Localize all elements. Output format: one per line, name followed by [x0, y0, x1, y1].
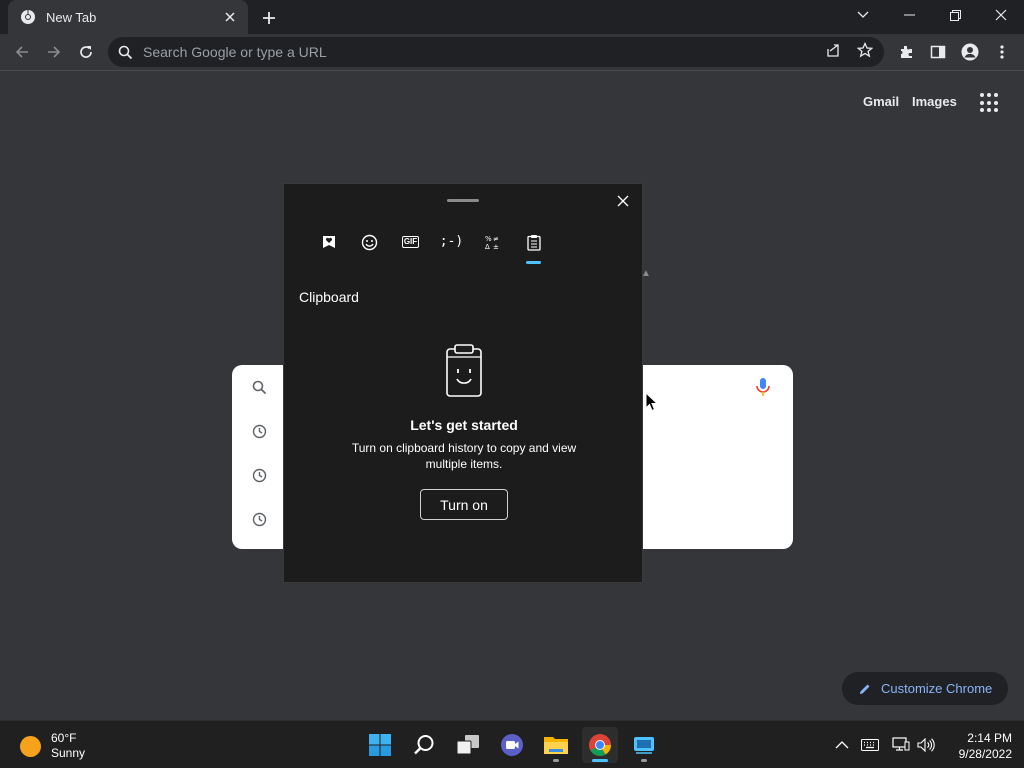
close-icon[interactable]	[614, 192, 632, 210]
app-window-icon	[634, 737, 654, 754]
running-indicator	[553, 759, 559, 762]
browser-toolbar: Search Google or type a URL	[0, 34, 1024, 71]
history-icon[interactable]	[250, 466, 268, 484]
history-icon[interactable]	[250, 422, 268, 440]
folder-icon	[544, 737, 568, 754]
svg-text:%: %	[485, 235, 492, 243]
tab-new-tab[interactable]: New Tab	[8, 0, 248, 34]
chrome-taskbar-button[interactable]	[582, 727, 618, 763]
tab-close-icon[interactable]	[222, 9, 238, 25]
reload-button[interactable]	[72, 38, 100, 66]
task-view-button[interactable]	[450, 727, 486, 763]
network-icon[interactable]	[892, 736, 910, 754]
volume-icon[interactable]	[917, 736, 935, 754]
weather-temperature: 60°F	[51, 731, 77, 745]
omnibox[interactable]: Search Google or type a URL	[108, 37, 884, 67]
tab-clipboard[interactable]	[513, 234, 554, 264]
sun-icon	[20, 735, 41, 757]
search-icon	[118, 45, 133, 59]
close-window-button[interactable]	[978, 0, 1024, 30]
tab-strip: New Tab	[0, 0, 1024, 34]
pencil-icon	[860, 684, 870, 694]
customize-chrome-button[interactable]: Customize Chrome	[842, 672, 1008, 705]
system-clock[interactable]: 2:14 PM 9/28/2022	[944, 730, 1012, 762]
search-icon	[414, 735, 434, 755]
side-panel-icon[interactable]	[924, 38, 952, 66]
chrome-icon	[589, 734, 611, 756]
share-icon[interactable]	[824, 41, 842, 59]
minimize-button[interactable]	[886, 0, 932, 30]
active-indicator	[592, 759, 608, 762]
profile-avatar[interactable]	[956, 38, 984, 66]
empty-state-description: Turn on clipboard history to copy and vi…	[351, 441, 577, 471]
panel-tab-bar: GIF ;-) % ≠ Δ ±	[308, 234, 554, 264]
keyboard-icon[interactable]	[861, 736, 879, 754]
file-explorer-button[interactable]	[538, 727, 574, 763]
tab-gif[interactable]: GIF	[390, 234, 431, 264]
clipboard-smiley-icon	[446, 344, 482, 397]
taskbar-search-button[interactable]	[406, 727, 442, 763]
empty-state-title: Let's get started	[410, 417, 518, 433]
turn-on-button[interactable]: Turn on	[420, 489, 508, 520]
weather-widget[interactable]: 60°F Sunny	[20, 731, 85, 761]
svg-text:±: ±	[493, 243, 499, 250]
chrome-icon	[21, 10, 35, 24]
taskbar: 60°F Sunny 2:14 PM 9/28/2022	[0, 720, 1024, 768]
windows-icon	[369, 734, 391, 756]
tab-favorites[interactable]	[308, 234, 349, 264]
microphone-icon[interactable]	[754, 377, 772, 397]
symbols-icon: % ≠Δ ±	[485, 235, 499, 250]
app-taskbar-button[interactable]	[626, 727, 662, 763]
extensions-icon[interactable]	[892, 38, 920, 66]
customize-chrome-label: Customize Chrome	[881, 681, 993, 696]
tab-title: New Tab	[46, 9, 97, 25]
tab-symbols[interactable]: % ≠ Δ ±	[472, 234, 513, 264]
clock-time: 2:14 PM	[967, 731, 1012, 745]
bookmark-star-icon[interactable]	[856, 41, 874, 59]
new-tab-button[interactable]	[258, 7, 280, 29]
tab-emoji[interactable]	[349, 234, 390, 264]
menu-kebab-icon[interactable]	[988, 38, 1016, 66]
tab-kaomoji[interactable]: ;-)	[431, 234, 472, 264]
drag-handle[interactable]	[447, 199, 479, 202]
svg-text:≠: ≠	[493, 235, 499, 243]
clock-date: 9/28/2022	[958, 747, 1012, 761]
clipboard-icon	[526, 235, 541, 251]
teams-chat-button[interactable]	[494, 727, 530, 763]
chevron-up-icon[interactable]	[833, 736, 851, 754]
forward-button[interactable]	[40, 38, 68, 66]
gmail-link[interactable]: Gmail	[863, 94, 899, 109]
search-icon	[250, 378, 268, 396]
gif-icon: GIF	[401, 236, 420, 248]
kaomoji-icon: ;-)	[439, 234, 464, 249]
weather-condition: Sunny	[51, 746, 86, 760]
emoji-icon	[361, 234, 378, 251]
clipboard-panel: GIF ;-) % ≠ Δ ± Clipboard Let's get started…	[283, 183, 643, 583]
history-icon[interactable]	[250, 510, 268, 528]
images-link[interactable]: Images	[912, 94, 957, 109]
svg-text:Δ: Δ	[485, 243, 490, 250]
start-button[interactable]	[362, 727, 398, 763]
task-view-icon	[456, 735, 479, 755]
favorites-icon	[322, 236, 335, 248]
running-indicator	[641, 759, 647, 762]
mouse-cursor-icon	[645, 392, 659, 412]
clipboard-heading: Clipboard	[299, 289, 359, 305]
omnibox-placeholder: Search Google or type a URL	[143, 44, 327, 60]
tab-search-button[interactable]	[840, 0, 886, 30]
google-apps-icon[interactable]	[980, 93, 1000, 113]
chat-icon	[501, 734, 523, 756]
restore-button[interactable]	[932, 0, 978, 30]
back-button[interactable]	[8, 38, 36, 66]
